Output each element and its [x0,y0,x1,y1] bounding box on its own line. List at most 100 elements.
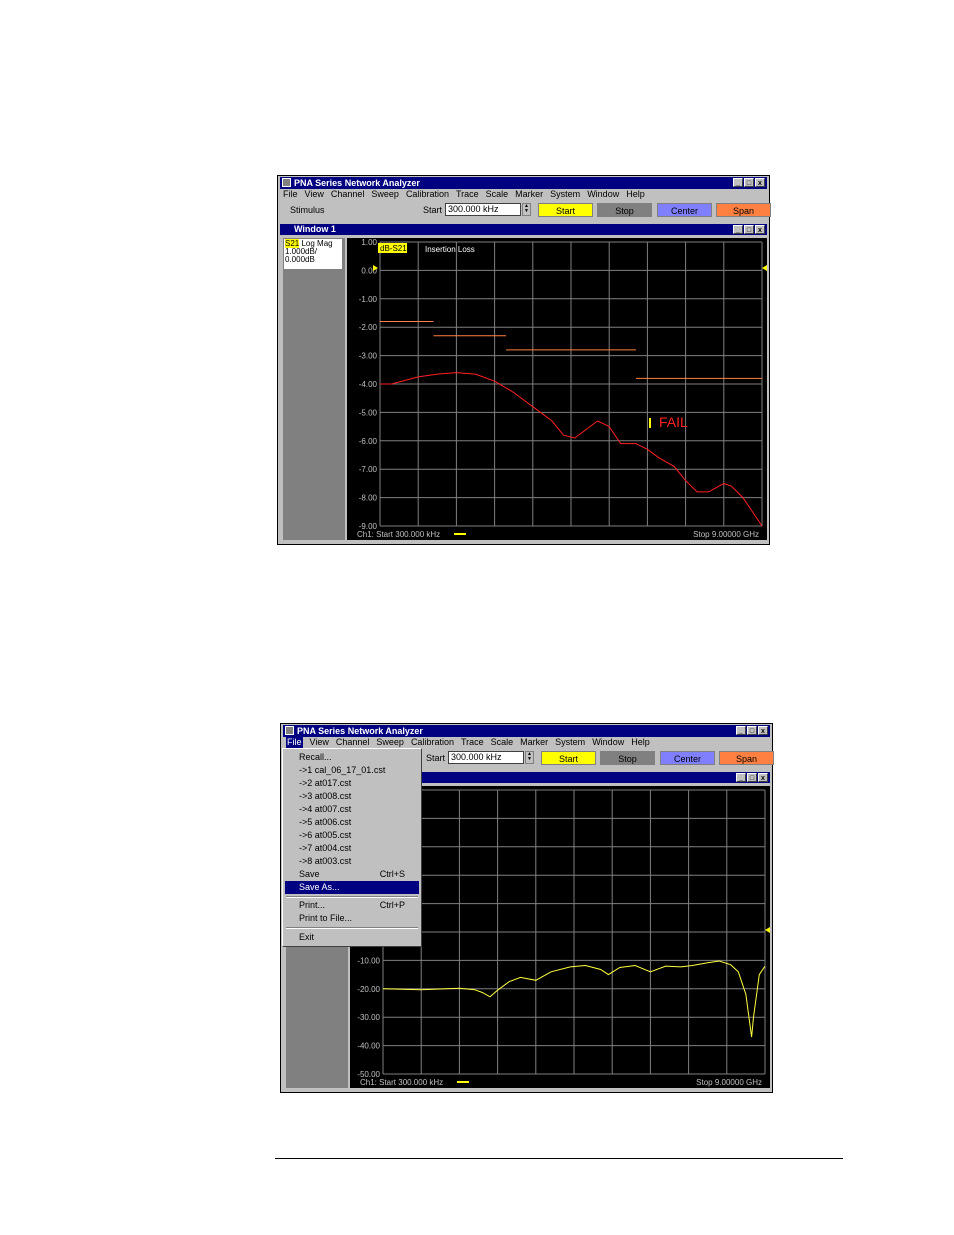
maximize-icon[interactable]: □ [747,726,757,735]
window-controls: _ □ x [733,178,765,187]
menu-item-print[interactable]: Print... Ctrl+P [285,899,419,912]
y-tick-label: -30.00 [357,1013,380,1022]
menu-item-recent-2[interactable]: ->2 at017.cst [285,777,419,790]
minimize-icon[interactable]: _ [733,225,743,234]
menu-sweep[interactable]: Sweep [376,736,404,748]
maximize-icon[interactable]: □ [744,225,754,234]
menu-item-label: Print to File... [299,913,353,923]
minimize-icon[interactable]: _ [736,773,746,782]
close-icon[interactable]: x [758,773,768,782]
menu-item-recent-6[interactable]: ->6 at005.cst [285,829,419,842]
menu-trace[interactable]: Trace [461,736,484,748]
menu-help[interactable]: Help [626,188,645,200]
menu-file[interactable]: File [283,188,298,200]
subwindow-controls: _ □ x [736,773,768,782]
close-icon[interactable]: x [755,225,765,234]
y-tick-label: -5.00 [359,408,378,417]
menu-item-label: Print... [299,900,326,910]
menu-trace[interactable]: Trace [456,188,479,200]
center-button[interactable]: Center [660,751,715,765]
menu-view[interactable]: View [305,188,324,200]
status-start: Ch1: Start 300.000 kHz [360,1078,443,1087]
menu-item-exit[interactable]: Exit [285,931,419,944]
menu-window[interactable]: Window [592,736,624,748]
stimulus-toolbar: Stimulus Start 300.000 kHz ▲ ▼ Start Stop… [280,202,771,218]
app-icon [282,178,291,187]
menu-bar: File View Channel Sweep Calibration Trac… [280,188,645,200]
menu-item-recent-4[interactable]: ->4 at007.cst [285,803,419,816]
spin-arrows-icon[interactable]: ▲ ▼ [522,203,531,216]
ref-arrow-right-icon [762,265,767,271]
menu-item-recent-1[interactable]: ->1 cal_06_17_01.cst [285,764,419,777]
app-icon [285,726,294,735]
y-tick-label: -4.00 [359,380,378,389]
menu-item-label: ->5 at006.cst [299,817,352,827]
menu-scale[interactable]: Scale [486,188,509,200]
app-title: PNA Series Network Analyzer [294,178,420,188]
y-tick-label: -10.00 [357,956,380,965]
menu-item-print-to-file[interactable]: Print to File... [285,912,419,925]
y-tick-label: -20.00 [357,985,380,994]
menu-window[interactable]: Window [587,188,619,200]
start-button[interactable]: Start [541,751,596,765]
menu-item-recent-7[interactable]: ->7 at004.cst [285,842,419,855]
start-button[interactable]: Start [538,203,593,217]
measurement-info[interactable]: S21 Log Mag 1.000dB/ 0.000dB [284,239,342,269]
status-start: Ch1: Start 300.000 kHz [357,530,440,539]
menu-calibration[interactable]: Calibration [411,736,454,748]
menu-item-label: ->3 at008.cst [299,791,352,801]
stop-button[interactable]: Stop [597,203,652,217]
menu-item-recall[interactable]: Recall... [285,751,419,764]
measurement-panel: S21 Log Mag 1.000dB/ 0.000dB [283,238,345,540]
menu-item-label: Save As... [299,882,340,892]
status-stop: Stop 9.00000 GHz [696,1078,762,1087]
menu-channel[interactable]: Channel [336,736,370,748]
close-icon[interactable]: x [758,726,768,735]
window-1-title-bar: Window 1 _ □ x [280,224,767,235]
span-button[interactable]: Span [716,203,771,217]
menu-item-label: Exit [299,932,315,942]
menu-item-recent-5[interactable]: ->5 at006.cst [285,816,419,829]
minimize-icon[interactable]: _ [733,178,743,187]
maximize-icon[interactable]: □ [747,773,757,782]
center-button[interactable]: Center [657,203,712,217]
y-tick-label: -2.00 [359,323,378,332]
y-tick-label: -8.00 [359,494,378,503]
maximize-icon[interactable]: □ [744,178,754,187]
subwindow-controls: _ □ x [733,225,765,234]
menu-file[interactable]: File [286,736,303,748]
menu-system[interactable]: System [555,736,585,748]
menu-separator [286,927,418,929]
menu-scale[interactable]: Scale [491,736,514,748]
menu-item-label: Save [299,869,320,879]
menu-view[interactable]: View [310,736,329,748]
stop-button[interactable]: Stop [600,751,655,765]
minimize-icon[interactable]: _ [736,726,746,735]
plot-area-1[interactable]: 1.00 0.00 -1.00 -2.00 -3.00 -4.00 -5.00 -6.00 -7… [347,238,767,540]
close-icon[interactable]: x [755,178,765,187]
menu-item-label: ->8 at003.cst [299,856,352,866]
span-button[interactable]: Span [719,751,774,765]
menu-item-recent-8[interactable]: ->8 at003.cst [285,855,419,868]
menu-marker[interactable]: Marker [520,736,548,748]
y-tick-label: 1.00 [361,238,377,247]
menu-item-label: ->2 at017.cst [299,778,352,788]
menu-sweep[interactable]: Sweep [371,188,399,200]
menu-system[interactable]: System [550,188,580,200]
menu-item-save-as[interactable]: Save As... [285,881,419,894]
start-frequency-input[interactable]: 300.000 kHz [445,203,521,216]
page-rule [275,1158,843,1159]
start-field-label: Start [426,753,446,763]
file-menu-dropdown: Recall... ->1 cal_06_17_01.cst ->2 at017… [282,748,422,947]
menu-channel[interactable]: Channel [331,188,365,200]
start-frequency-input[interactable]: 300.000 kHz [448,751,524,764]
menu-help[interactable]: Help [631,736,650,748]
menu-item-label: Recall... [299,752,332,762]
menu-item-save[interactable]: Save Ctrl+S [285,868,419,881]
menu-marker[interactable]: Marker [515,188,543,200]
menu-item-recent-3[interactable]: ->3 at008.cst [285,790,419,803]
menu-calibration[interactable]: Calibration [406,188,449,200]
ref-label: 0.000dB [285,255,315,264]
spin-arrows-icon[interactable]: ▲ ▼ [525,751,534,764]
shortcut-label: Ctrl+P [379,900,405,910]
